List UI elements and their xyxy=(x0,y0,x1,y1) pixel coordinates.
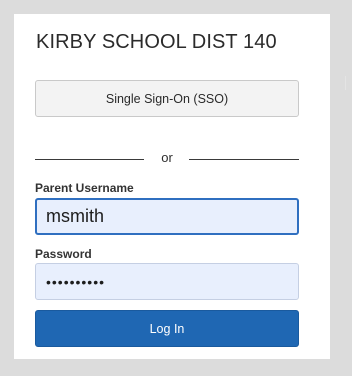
divider-line-left xyxy=(35,159,144,160)
panel-edge xyxy=(345,76,346,90)
password-label: Password xyxy=(35,247,92,261)
username-input[interactable] xyxy=(35,198,299,235)
school-name: KIRBY SCHOOL DIST 140 xyxy=(36,31,277,53)
login-button[interactable]: Log In xyxy=(35,310,299,347)
password-input[interactable] xyxy=(35,263,299,300)
or-divider: or xyxy=(35,150,299,166)
divider-or-text: or xyxy=(161,150,173,165)
username-label: Parent Username xyxy=(35,181,134,195)
sso-button[interactable]: Single Sign-On (SSO) xyxy=(35,80,299,117)
divider-line-right xyxy=(189,159,299,160)
